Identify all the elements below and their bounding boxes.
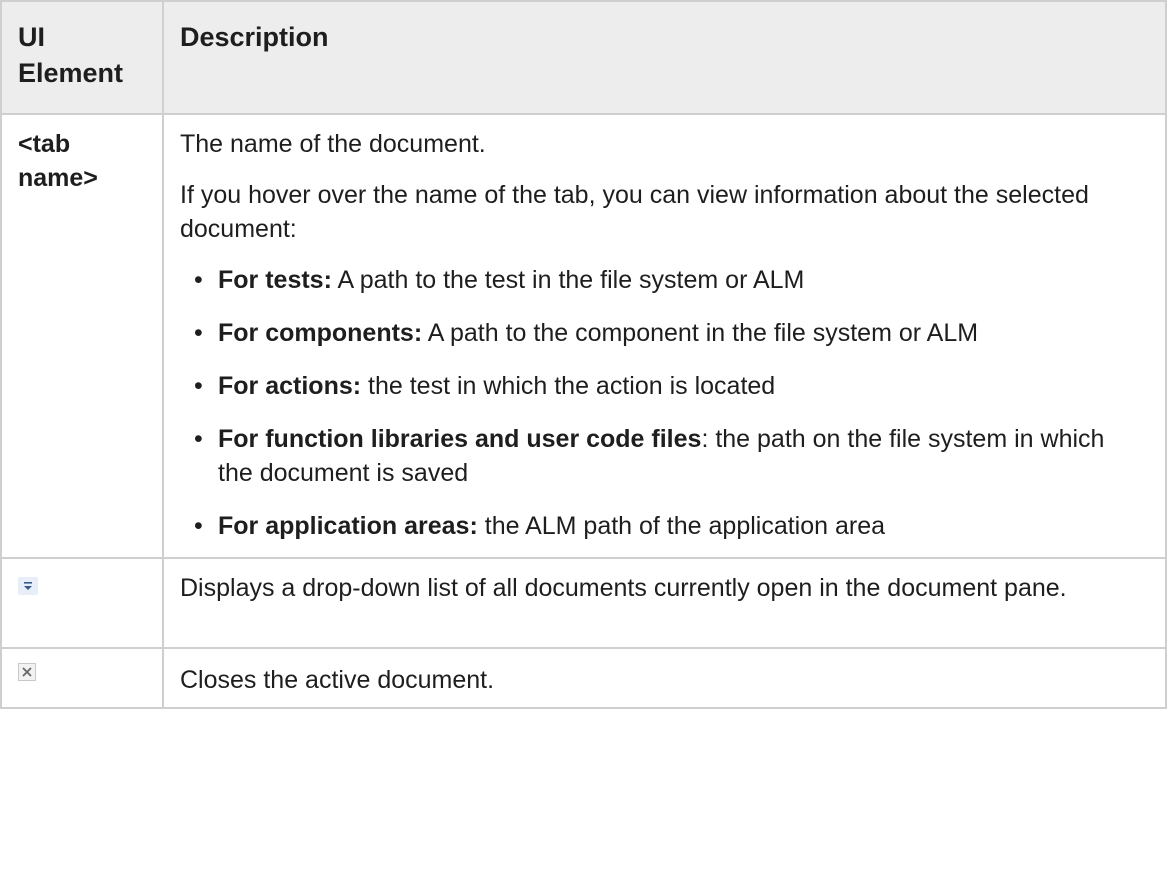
list-item: For components: A path to the component …	[180, 316, 1141, 350]
table-row: Closes the active document.	[0, 647, 1167, 709]
list-item-label: For actions:	[218, 372, 362, 400]
list-item-text: A path to the test in the file system or…	[331, 266, 805, 294]
list-item-label: For function libraries and user code fil…	[218, 425, 702, 453]
list-item-label: For tests:	[218, 266, 332, 294]
list-item-label: For application areas:	[218, 512, 478, 540]
list-item: For application areas: the ALM path of t…	[180, 509, 1141, 543]
tab-name-intro: The name of the document.	[180, 130, 486, 158]
element-close	[0, 647, 164, 709]
table-row: Displays a drop-down list of all documen…	[0, 557, 1167, 649]
description-close: Closes the active document.	[162, 647, 1167, 709]
document-info-list: For tests: A path to the test in the fil…	[180, 263, 1141, 543]
description-tab-name: The name of the document. If you hover o…	[162, 113, 1167, 559]
list-item-text: the ALM path of the application area	[477, 512, 886, 540]
list-item: For actions: the test in which the actio…	[180, 369, 1141, 403]
header-ui-element: UI Element	[0, 0, 164, 115]
element-tab-name: <tab name>	[0, 113, 164, 559]
dropdown-list-icon	[18, 577, 38, 595]
list-item-label: For components:	[218, 319, 423, 347]
table-row: <tab name> The name of the document. If …	[0, 113, 1167, 559]
ui-elements-table: UI Element Description <tab name> The na…	[0, 0, 1167, 709]
list-item: For function libraries and user code fil…	[180, 422, 1141, 490]
list-item-text: the test in which the action is located	[361, 372, 776, 400]
close-document-icon	[18, 663, 36, 681]
tab-name-hover-text: If you hover over the name of the tab, y…	[180, 181, 1089, 243]
element-dropdown	[0, 557, 164, 649]
description-dropdown: Displays a drop-down list of all documen…	[162, 557, 1167, 649]
header-description: Description	[162, 0, 1167, 115]
list-item: For tests: A path to the test in the fil…	[180, 263, 1141, 297]
list-item-text: A path to the component in the file syst…	[422, 319, 979, 347]
table-header-row: UI Element Description	[0, 0, 1167, 115]
